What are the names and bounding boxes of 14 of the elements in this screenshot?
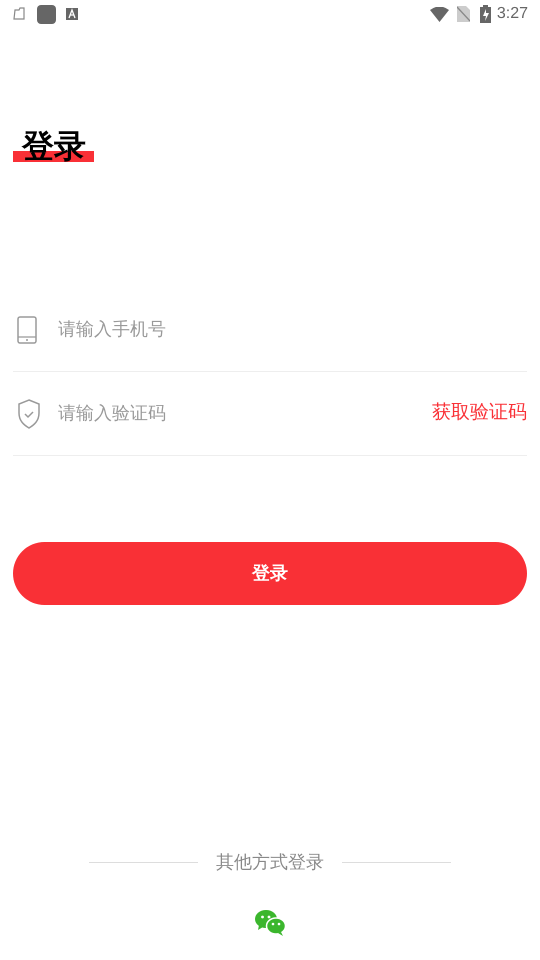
- phone-input[interactable]: 请输入手机号: [58, 316, 527, 343]
- wifi-icon: [430, 6, 449, 22]
- font-icon: [66, 8, 78, 20]
- get-code-link[interactable]: 获取验证码: [432, 399, 527, 428]
- wechat-icon[interactable]: [254, 909, 286, 936]
- battery-icon: [480, 5, 491, 23]
- shield-icon: [17, 398, 41, 428]
- no-sim-icon: [456, 6, 470, 22]
- login-button[interactable]: 登录: [13, 542, 527, 605]
- code-input[interactable]: 请输入验证码: [58, 400, 432, 427]
- clock-time: 3:27: [496, 4, 528, 24]
- other-login-label: 其他方式登录: [216, 851, 324, 874]
- phone-icon: [17, 316, 37, 344]
- app-icon: [37, 4, 56, 24]
